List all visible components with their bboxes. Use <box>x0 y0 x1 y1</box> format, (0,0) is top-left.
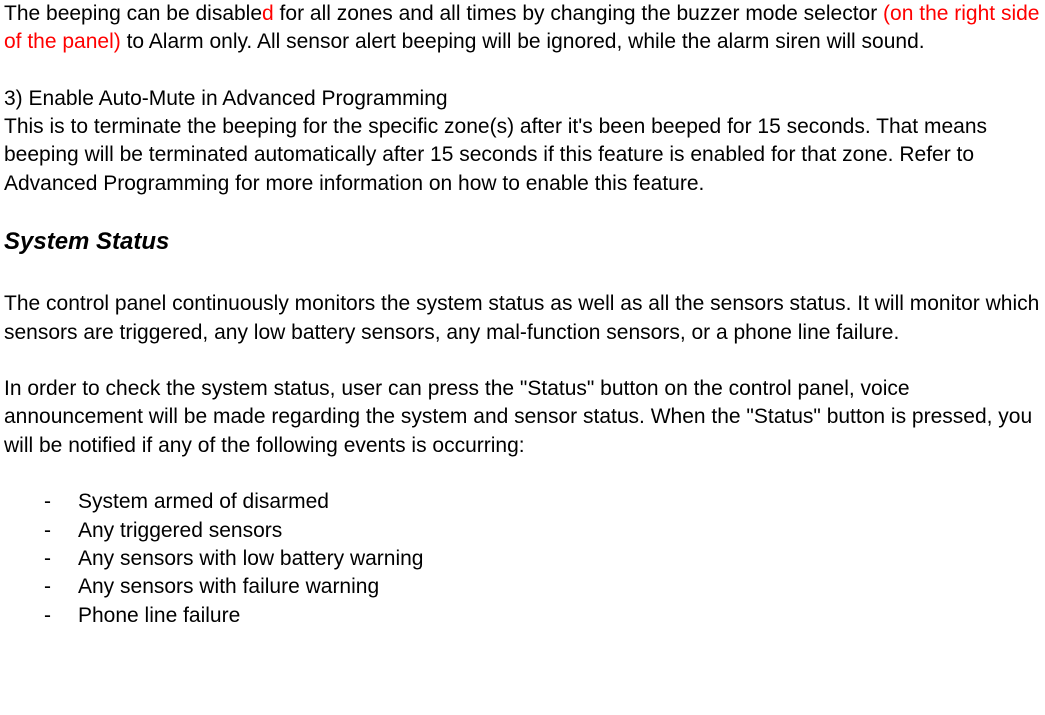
paragraph-status-button: In order to check the system status, use… <box>4 375 1041 460</box>
text-segment: The beeping can be disable <box>4 2 262 25</box>
list-item-text: Phone line failure <box>78 602 240 630</box>
heading-system-status: System Status <box>4 226 1041 258</box>
list-item-text: Any triggered sensors <box>78 517 282 545</box>
list-item: - Phone line failure <box>44 602 1041 630</box>
bullet-dash: - <box>44 517 78 545</box>
paragraph-auto-mute: 3) Enable Auto-Mute in Advanced Programm… <box>4 85 1041 198</box>
bullet-dash: - <box>44 545 78 573</box>
paragraph-monitor-description: The control panel continuously monitors … <box>4 290 1041 347</box>
text-line: This is to terminate the beeping for the… <box>4 115 987 195</box>
list-item-text: System armed of disarmed <box>78 488 329 516</box>
text-segment: to Alarm only. All sensor alert beeping … <box>121 30 925 53</box>
list-item-text: Any sensors with failure warning <box>78 573 379 601</box>
list-item: - Any triggered sensors <box>44 517 1041 545</box>
text-segment: for all zones and all times by changing … <box>274 2 883 25</box>
text-segment-red: d <box>262 2 274 25</box>
status-event-list: - System armed of disarmed - Any trigger… <box>44 488 1041 630</box>
text-line: 3) Enable Auto-Mute in Advanced Programm… <box>4 87 448 110</box>
list-item: - Any sensors with failure warning <box>44 573 1041 601</box>
list-item-text: Any sensors with low battery warning <box>78 545 424 573</box>
bullet-dash: - <box>44 602 78 630</box>
bullet-dash: - <box>44 488 78 516</box>
list-item: - System armed of disarmed <box>44 488 1041 516</box>
bullet-dash: - <box>44 573 78 601</box>
paragraph-buzzer-mode: The beeping can be disabled for all zone… <box>4 0 1041 57</box>
list-item: - Any sensors with low battery warning <box>44 545 1041 573</box>
